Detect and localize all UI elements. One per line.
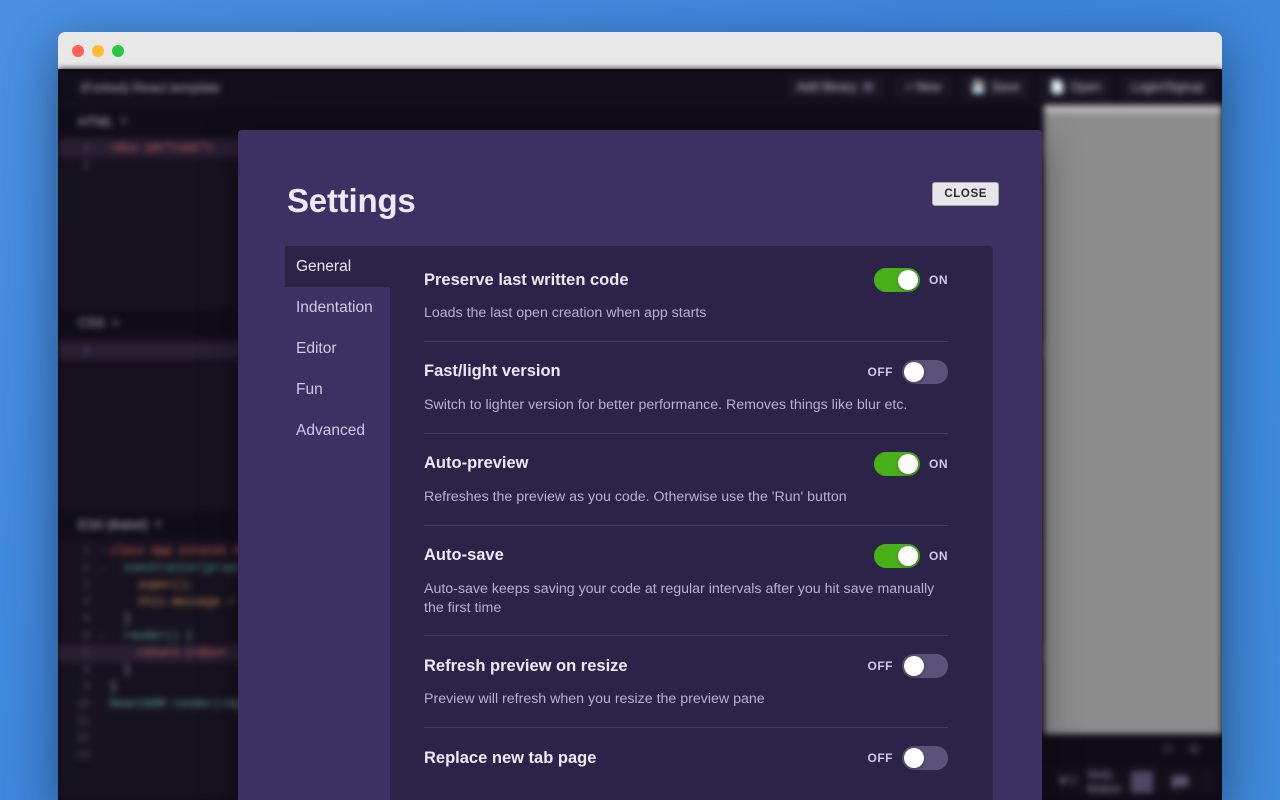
tab-editor-label: Editor	[296, 340, 337, 357]
setting-refresh-preview-on-resize: Refresh preview on resize OFF Preview wi…	[424, 635, 948, 709]
setting-description: Preview will refresh when you resize the…	[424, 690, 937, 709]
toggle-group[interactable]: OFF	[868, 654, 949, 678]
toggle-knob	[898, 546, 918, 566]
tab-fun-label: Fun	[296, 381, 323, 398]
toggle-auto-preview[interactable]	[874, 452, 920, 476]
window-titlebar	[58, 32, 1222, 69]
toggle-group[interactable]: OFF	[868, 360, 949, 384]
toggle-knob	[898, 454, 918, 474]
setting-label: Refresh preview on resize	[424, 657, 628, 676]
toggle-group[interactable]: ON	[874, 452, 948, 476]
close-button[interactable]: CLOSE	[932, 182, 999, 206]
setting-label: Auto-save	[424, 546, 504, 565]
toggle-state-label: ON	[929, 273, 948, 287]
application-window: (Forked) React template Add library 5 + …	[58, 32, 1222, 800]
page-title: Settings	[287, 182, 416, 220]
toggle-state-label: OFF	[868, 751, 894, 765]
tab-general[interactable]: General	[285, 246, 390, 287]
toggle-state-label: OFF	[868, 365, 894, 379]
settings-tab-list: General Indentation Editor Fun Advanced	[285, 246, 390, 800]
setting-label: Preserve last written code	[424, 271, 629, 290]
toggle-knob	[904, 748, 924, 768]
toggle-preserve-last-written-code[interactable]	[874, 268, 920, 292]
setting-header: Fast/light version OFF	[424, 360, 948, 384]
toggle-replace-new-tab-page[interactable]	[902, 746, 948, 770]
setting-header: Preserve last written code ON	[424, 268, 948, 292]
toggle-auto-save[interactable]	[874, 544, 920, 568]
tab-fun[interactable]: Fun	[285, 369, 390, 410]
setting-replace-new-tab-page: Replace new tab page OFF	[424, 727, 948, 770]
setting-auto-preview: Auto-preview ON Refreshes the preview as…	[424, 433, 948, 507]
toggle-refresh-preview-on-resize[interactable]	[902, 654, 948, 678]
toggle-state-label: ON	[929, 457, 948, 471]
setting-header: Replace new tab page OFF	[424, 746, 948, 770]
setting-description: Loads the last open creation when app st…	[424, 304, 937, 323]
setting-label: Fast/light version	[424, 362, 561, 381]
setting-description: Refreshes the preview as you code. Other…	[424, 488, 937, 507]
setting-description: Auto-save keeps saving your code at regu…	[424, 580, 937, 618]
tab-advanced-label: Advanced	[296, 422, 365, 439]
setting-header: Refresh preview on resize OFF	[424, 654, 948, 678]
settings-dialog: Settings CLOSE General Indentation Edito…	[238, 130, 1042, 800]
setting-auto-save: Auto-save ON Auto-save keeps saving your…	[424, 525, 948, 618]
toggle-state-label: ON	[929, 549, 948, 563]
settings-body: General Indentation Editor Fun Advanced	[285, 246, 993, 800]
tab-general-label: General	[296, 258, 351, 275]
setting-label: Auto-preview	[424, 454, 529, 473]
toggle-state-label: OFF	[868, 659, 894, 673]
setting-label: Replace new tab page	[424, 749, 596, 768]
window-maximize-button[interactable]	[112, 45, 124, 57]
toggle-group[interactable]: ON	[874, 544, 948, 568]
toggle-group[interactable]: ON	[874, 268, 948, 292]
toggle-knob	[904, 656, 924, 676]
setting-preserve-last-written-code: Preserve last written code ON Loads the …	[424, 268, 948, 323]
settings-overlay: Settings CLOSE General Indentation Edito…	[58, 69, 1222, 800]
setting-header: Auto-save ON	[424, 544, 948, 568]
window-minimize-button[interactable]	[92, 45, 104, 57]
toggle-fast-light-version[interactable]	[902, 360, 948, 384]
toggle-group[interactable]: OFF	[868, 746, 949, 770]
tab-advanced[interactable]: Advanced	[285, 410, 390, 451]
setting-header: Auto-preview ON	[424, 452, 948, 476]
toggle-knob	[904, 362, 924, 382]
settings-panel-general: Preserve last written code ON Loads the …	[390, 246, 993, 800]
tab-indentation[interactable]: Indentation	[285, 287, 390, 328]
tab-indentation-label: Indentation	[296, 299, 373, 316]
setting-description: Switch to lighter version for better per…	[424, 396, 937, 415]
window-close-button[interactable]	[72, 45, 84, 57]
toggle-knob	[898, 270, 918, 290]
setting-fast-light-version: Fast/light version OFF Switch to lighter…	[424, 341, 948, 415]
tab-editor[interactable]: Editor	[285, 328, 390, 369]
